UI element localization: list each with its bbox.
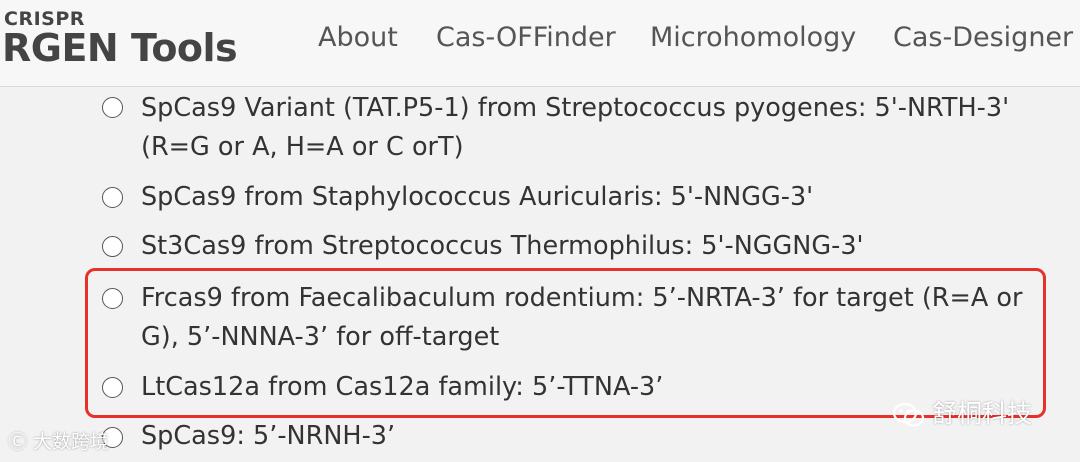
watermark-right: 舒桐科技 [892, 394, 1032, 430]
radio-option-3[interactable] [102, 236, 123, 257]
option-1-line2: (R=G or A, H=A or C orT) [141, 132, 464, 162]
watermark-right-text: 舒桐科技 [932, 399, 1033, 428]
option-1-line1: SpCas9 Variant (TAT.P5-1) from Streptoco… [141, 93, 1010, 123]
nav-microhomology[interactable]: Microhomology [650, 22, 856, 53]
nav-about[interactable]: About [318, 22, 398, 53]
watermark-logo-icon: Ⓒ [8, 431, 34, 453]
option-2-label: SpCas9 from Staphylococcus Auricularis: … [141, 182, 814, 212]
watermark-left-text: 大数跨境 [33, 431, 110, 453]
logo-title[interactable]: RGEN Tools [2, 26, 238, 70]
radio-option-1[interactable] [102, 97, 123, 118]
nav-cas-designer[interactable]: Cas-Designer [893, 22, 1073, 53]
site-header: CRISPR RGEN Tools About Cas-OFFinder Mic… [0, 0, 1080, 87]
radio-option-2[interactable] [102, 187, 123, 208]
nav-cas-offinder[interactable]: Cas-OFFinder [436, 22, 616, 53]
option-3-label: St3Cas9 from Streptococcus Thermophilus:… [141, 231, 864, 261]
watermark-left: Ⓒ 大数跨境 [8, 427, 109, 454]
wechat-icon [892, 402, 926, 428]
